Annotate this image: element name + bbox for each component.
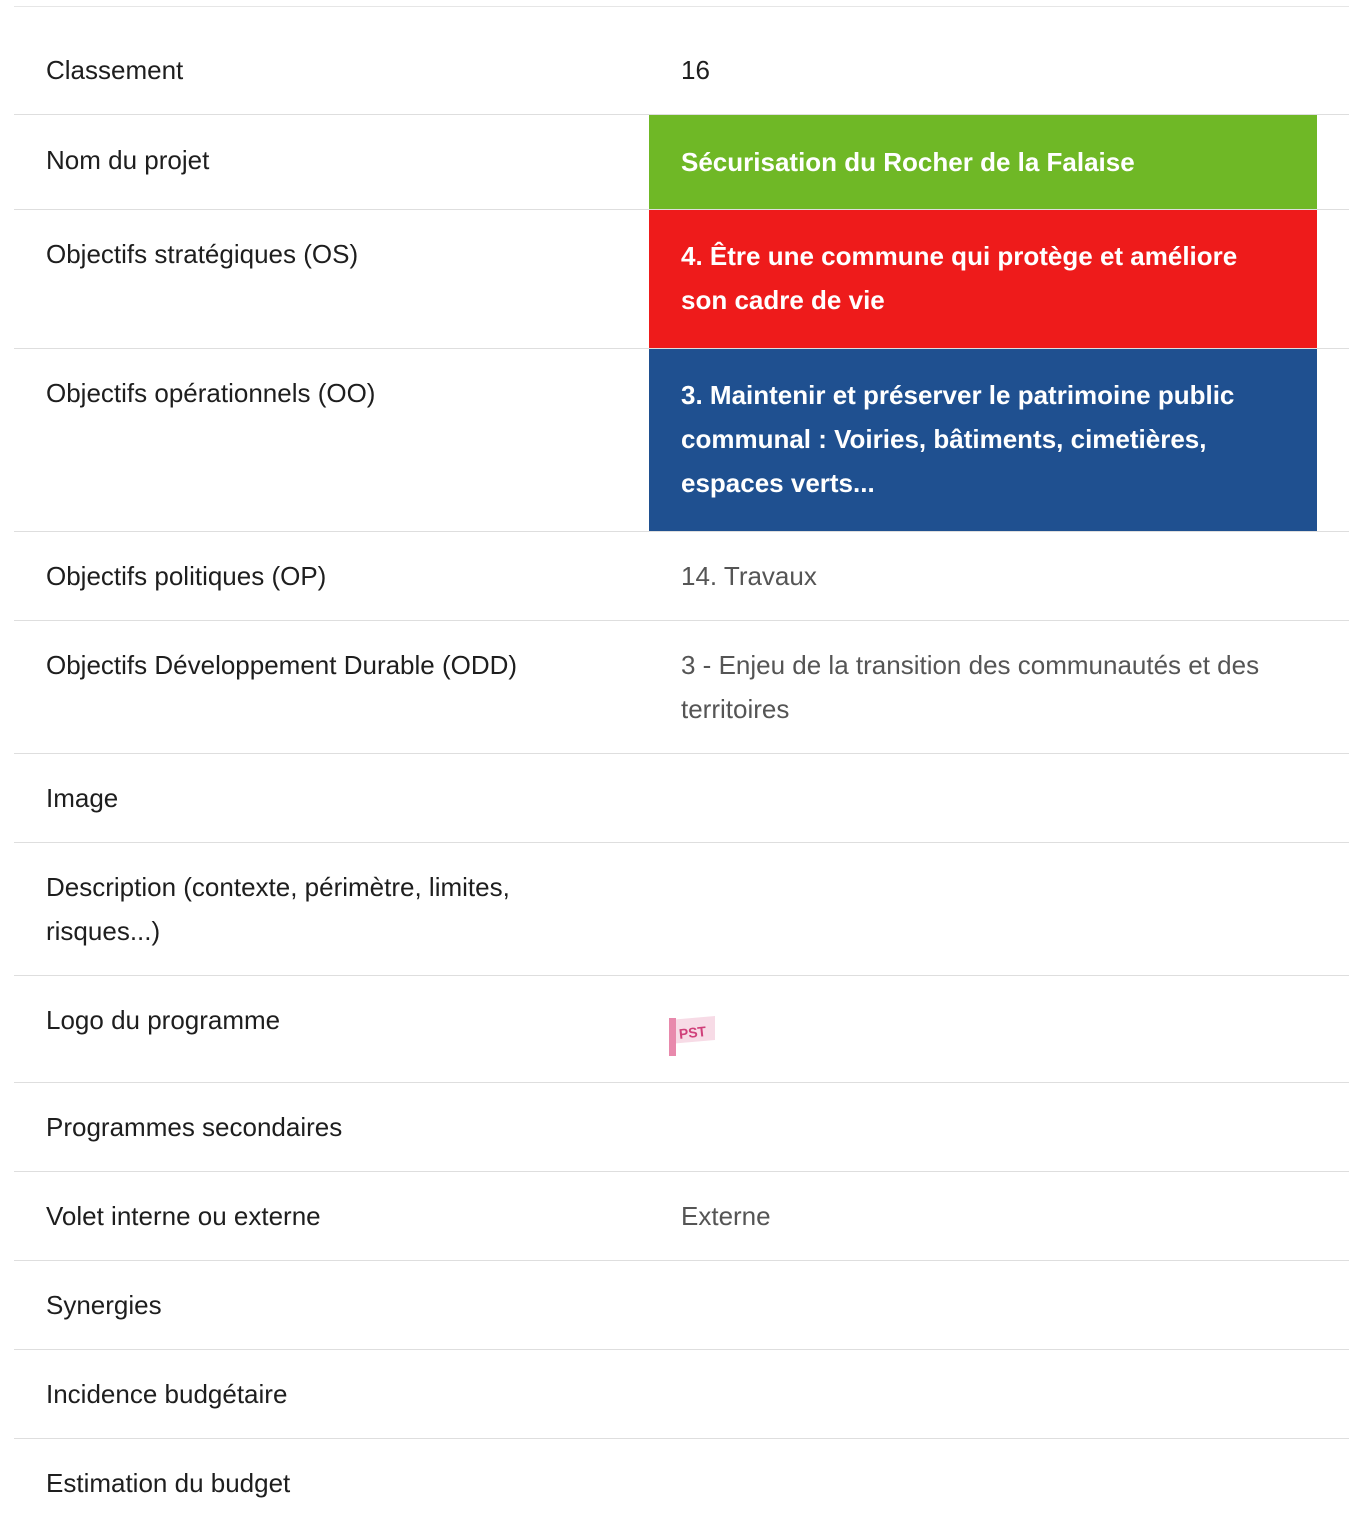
logo-text: PST bbox=[678, 1023, 707, 1042]
row-classement: Classement 16 bbox=[14, 26, 1349, 115]
row-label: Objectifs politiques (OP) bbox=[46, 561, 327, 591]
row-label: Description (contexte, périmètre, limite… bbox=[46, 872, 510, 946]
row-label: Nom du projet bbox=[46, 145, 210, 175]
row-value bbox=[649, 843, 1317, 975]
top-divider bbox=[14, 6, 1349, 7]
row-label: Volet interne ou externe bbox=[46, 1201, 321, 1231]
row-label: Classement bbox=[46, 55, 184, 85]
row-label: Objectifs Développement Durable (ODD) bbox=[46, 650, 518, 680]
row-label: Programmes secondaires bbox=[46, 1112, 343, 1142]
strategic-objective-value: 4. Être une commune qui protège et améli… bbox=[649, 210, 1317, 348]
row-political-objectives: Objectifs politiques (OP) 14. Travaux bbox=[14, 532, 1349, 621]
row-value: 3 - Enjeu de la transition des communaut… bbox=[681, 650, 1260, 724]
row-value bbox=[649, 754, 1317, 842]
row-label: Logo du programme bbox=[46, 1005, 281, 1035]
row-label: Estimation du budget bbox=[46, 1468, 291, 1498]
row-program-logo: Logo du programme PST bbox=[14, 976, 1349, 1083]
project-name-value: Sécurisation du Rocher de la Falaise bbox=[649, 115, 1317, 209]
row-label: Image bbox=[46, 783, 119, 813]
row-synergies: Synergies bbox=[14, 1261, 1349, 1350]
row-label: Objectifs stratégiques (OS) bbox=[46, 239, 359, 269]
row-value bbox=[649, 1083, 1317, 1171]
row-label: Synergies bbox=[46, 1290, 162, 1320]
project-details-table: Classement 16 Nom du projet Sécurisation… bbox=[14, 26, 1349, 1527]
row-value: Externe bbox=[681, 1201, 771, 1231]
row-internal-external: Volet interne ou externe Externe bbox=[14, 1172, 1349, 1261]
row-secondary-programs: Programmes secondaires bbox=[14, 1083, 1349, 1172]
row-value bbox=[649, 1439, 1317, 1527]
row-label: Incidence budgétaire bbox=[46, 1379, 288, 1409]
row-value: PST bbox=[649, 976, 1317, 1082]
row-budget-impact: Incidence budgétaire bbox=[14, 1350, 1349, 1439]
row-strategic-objectives: Objectifs stratégiques (OS) 4. Être une … bbox=[14, 210, 1349, 349]
row-operational-objectives: Objectifs opérationnels (OO) 3. Mainteni… bbox=[14, 349, 1349, 532]
row-value: 14. Travaux bbox=[681, 561, 817, 591]
row-value bbox=[649, 1350, 1317, 1438]
row-description: Description (contexte, périmètre, limite… bbox=[14, 843, 1349, 976]
row-label: Objectifs opérationnels (OO) bbox=[46, 378, 376, 408]
row-budget-estimate: Estimation du budget bbox=[14, 1439, 1349, 1527]
row-sdg-objectives: Objectifs Développement Durable (ODD) 3 … bbox=[14, 621, 1349, 754]
row-value bbox=[649, 1261, 1317, 1349]
pst-logo-icon: PST bbox=[667, 1014, 715, 1058]
row-image: Image bbox=[14, 754, 1349, 843]
row-value: 16 bbox=[681, 55, 710, 85]
operational-objective-value: 3. Maintenir et préserver le patrimoine … bbox=[649, 349, 1317, 531]
row-project-name: Nom du projet Sécurisation du Rocher de … bbox=[14, 115, 1349, 210]
